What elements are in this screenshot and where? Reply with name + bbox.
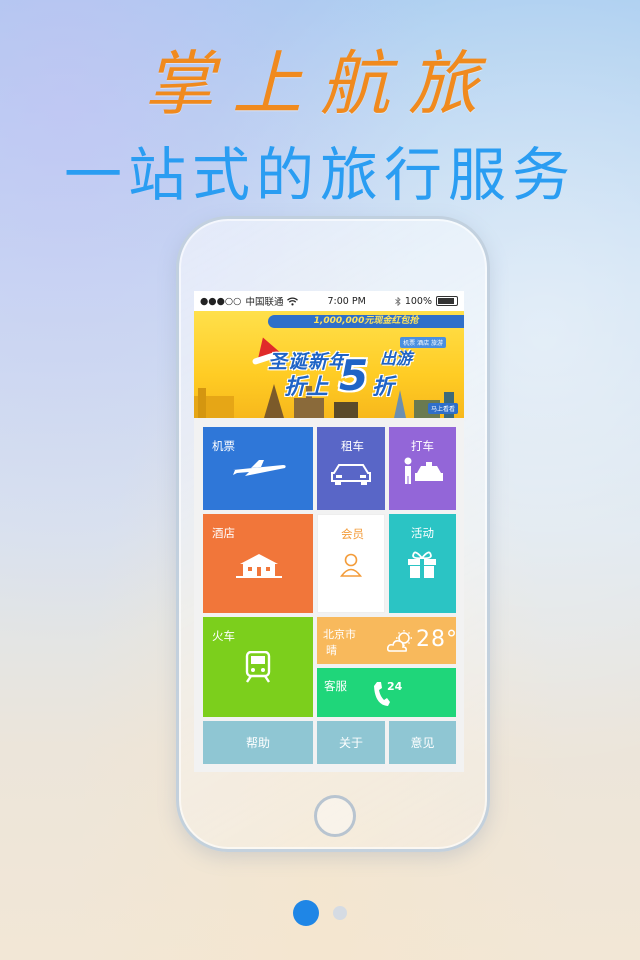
- tile-weather[interactable]: 北京市 晴 28°: [317, 617, 456, 664]
- tile-activity[interactable]: 活动: [389, 514, 456, 613]
- service-grid: 机票 租车 打车 酒店 会员 活动 火车 北京市 晴 28° 客服 24 帮助 …: [194, 418, 464, 772]
- promo-banner[interactable]: 1,000,000元现金红包抢 机票 酒店 旅游 圣诞新年 出游 折上 5 折 …: [194, 311, 464, 418]
- gift-icon: [408, 551, 436, 578]
- tile-help-label: 帮助: [245, 736, 270, 750]
- app-screen: ●●●○○ 中国联通 7:00 PM 100% 1,000,000元现金红包抢 …: [194, 291, 464, 772]
- battery-percent: 100%: [404, 295, 432, 307]
- person-icon: [340, 553, 362, 577]
- tile-taxi[interactable]: 打车: [389, 427, 456, 510]
- banner-view-now[interactable]: 马上看看: [427, 403, 458, 414]
- tile-activity-label: 活动: [411, 526, 434, 540]
- banner-discount-text: 折上: [284, 375, 329, 400]
- tile-car-rental-label: 租车: [341, 439, 364, 453]
- tile-feedback-label: 意见: [410, 736, 435, 750]
- promo-subline: 一站式的旅行服务: [63, 141, 576, 209]
- house-icon: [236, 554, 282, 578]
- tile-car-rental[interactable]: 租车: [317, 427, 385, 510]
- promo-headline: 掌上航旅: [144, 43, 496, 125]
- weather-city: 北京市: [323, 628, 356, 641]
- cloud-sun-icon: [387, 630, 412, 652]
- banner-go-text: 出游: [380, 349, 413, 368]
- service-hours: 24: [387, 680, 403, 693]
- landmark-skyline-illustration: [194, 384, 454, 418]
- status-time: 7:00 PM: [327, 295, 366, 307]
- tile-hotel-label: 酒店: [212, 526, 235, 540]
- wifi-icon: [287, 297, 299, 305]
- home-button[interactable]: [314, 795, 356, 837]
- tile-flight-label: 机票: [212, 439, 235, 453]
- tile-train-label: 火车: [212, 629, 235, 643]
- tile-member[interactable]: 会员: [317, 514, 385, 613]
- weather-temperature: 28°: [416, 627, 456, 652]
- page-dot-2[interactable]: [333, 906, 347, 920]
- tile-train[interactable]: 火车: [203, 617, 313, 717]
- page-indicator: [0, 900, 640, 926]
- banner-zhe-text: 折: [372, 375, 395, 400]
- tile-hotel[interactable]: 酒店: [203, 514, 313, 613]
- train-icon: [245, 651, 271, 683]
- tile-member-label: 会员: [341, 527, 364, 541]
- tile-help[interactable]: 帮助: [203, 721, 313, 764]
- battery-icon: [435, 296, 458, 306]
- banner-big-number: 5: [339, 351, 369, 400]
- tile-about[interactable]: 关于: [317, 721, 385, 764]
- bluetooth-icon: [395, 296, 401, 306]
- page-dot-1[interactable]: [293, 900, 319, 926]
- carrier-name: 中国联通: [245, 297, 284, 308]
- tile-feedback[interactable]: 意见: [389, 721, 456, 764]
- signal-indicator: ●●●○○: [200, 295, 242, 307]
- tile-flight[interactable]: 机票: [203, 427, 313, 510]
- banner-cash-strip: 1,000,000元现金红包抢: [268, 315, 464, 328]
- tile-taxi-label: 打车: [411, 439, 434, 453]
- tile-service-label: 客服: [324, 679, 347, 693]
- airplane-icon: [233, 460, 286, 476]
- car-icon: [331, 464, 371, 485]
- weather-condition: 晴: [326, 644, 337, 657]
- tile-service[interactable]: 客服 24: [317, 668, 456, 717]
- tile-about-label: 关于: [338, 736, 363, 750]
- status-bar: ●●●○○ 中国联通 7:00 PM 100%: [194, 291, 464, 311]
- taxi-icon: [404, 457, 443, 484]
